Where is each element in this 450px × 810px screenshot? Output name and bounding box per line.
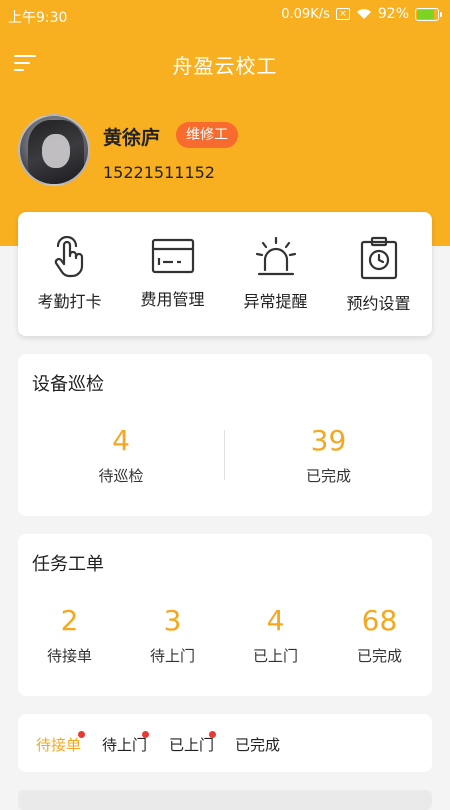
tab-label: 待接单 — [36, 736, 82, 754]
clipboard-clock-icon — [360, 236, 397, 280]
orders-to-accept-stat[interactable]: 2 待接单 — [18, 604, 121, 666]
stat-label: 待上门 — [149, 647, 195, 665]
tab-to-visit[interactable]: 待上门 — [102, 731, 150, 755]
notification-dot — [78, 731, 86, 738]
orders-visited-stat[interactable]: 4 已上门 — [224, 604, 327, 666]
tap-hand-icon — [54, 236, 83, 278]
tab-to-accept[interactable]: 待接单 — [36, 731, 86, 755]
user-name: 黄徐庐 — [103, 127, 161, 149]
stat-label: 已完成 — [356, 647, 402, 665]
alarm-light-icon — [255, 236, 296, 276]
orders-to-visit-stat[interactable]: 3 待上门 — [121, 604, 224, 666]
stat-label: 待接单 — [46, 647, 92, 665]
stat-label: 已上门 — [252, 647, 298, 665]
stat-value: 4 — [266, 604, 285, 637]
stat-value: 2 — [60, 604, 79, 637]
booking-settings-label: 预约设置 — [346, 294, 411, 313]
status-bar: 上午9:30 0.09K/s × 92% — [0, 0, 450, 32]
stat-label: 待巡检 — [98, 467, 144, 485]
inspection-card: 设备巡检 4 待巡检 39 已完成 — [18, 354, 432, 516]
stat-value: 4 — [112, 424, 130, 457]
notification-dot — [209, 731, 217, 738]
work-orders-card: 任务工单 2 待接单 3 待上门 4 已上门 68 已完成 — [18, 534, 432, 696]
stat-value: 3 — [163, 604, 182, 637]
alert-label: 异常提醒 — [243, 292, 308, 311]
status-time: 上午9:30 — [8, 10, 68, 26]
expense-button[interactable]: 费用管理 — [121, 212, 224, 336]
sim-icon: × — [335, 8, 350, 20]
wifi-icon — [356, 9, 371, 19]
attendance-label: 考勤打卡 — [37, 292, 102, 311]
card-icon — [151, 238, 194, 274]
booking-settings-button[interactable]: 预约设置 — [327, 212, 430, 336]
alert-button[interactable]: 异常提醒 — [224, 212, 327, 336]
notification-dot — [142, 731, 150, 738]
tab-done[interactable]: 已完成 — [235, 734, 280, 755]
tab-label: 待上门 — [102, 736, 148, 754]
inspection-done-stat[interactable]: 39 已完成 — [225, 424, 432, 486]
avatar[interactable] — [18, 114, 90, 186]
user-phone: 15221511152 — [103, 163, 215, 182]
status-indicators: 0.09K/s × 92% — [281, 6, 442, 22]
inspection-title: 设备巡检 — [32, 374, 104, 395]
battery-icon — [415, 7, 442, 21]
orders-done-stat[interactable]: 68 已完成 — [327, 604, 432, 666]
role-badge: 维修工 — [176, 122, 238, 148]
attendance-button[interactable]: 考勤打卡 — [18, 212, 121, 336]
stat-value: 39 — [310, 424, 347, 457]
app-title: 舟盈云校工 — [172, 54, 278, 78]
quick-actions-card: 考勤打卡 费用管理 异常提醒 预约设置 — [18, 212, 432, 336]
work-orders-title: 任务工单 — [32, 554, 104, 575]
net-speed: 0.09K/s — [281, 6, 330, 22]
battery-percent: 92% — [377, 6, 409, 22]
list-placeholder — [18, 790, 432, 810]
tab-visited[interactable]: 已上门 — [169, 731, 217, 755]
stat-label: 已完成 — [305, 467, 351, 485]
tab-label: 已上门 — [169, 736, 215, 754]
expense-label: 费用管理 — [140, 290, 205, 309]
order-tabs-card: 待接单 待上门 已上门 已完成 — [18, 714, 432, 772]
app-bar: 舟盈云校工 — [0, 40, 450, 86]
inspection-pending-stat[interactable]: 4 待巡检 — [18, 424, 224, 486]
stat-value: 68 — [361, 604, 398, 637]
tab-label: 已完成 — [235, 736, 281, 754]
